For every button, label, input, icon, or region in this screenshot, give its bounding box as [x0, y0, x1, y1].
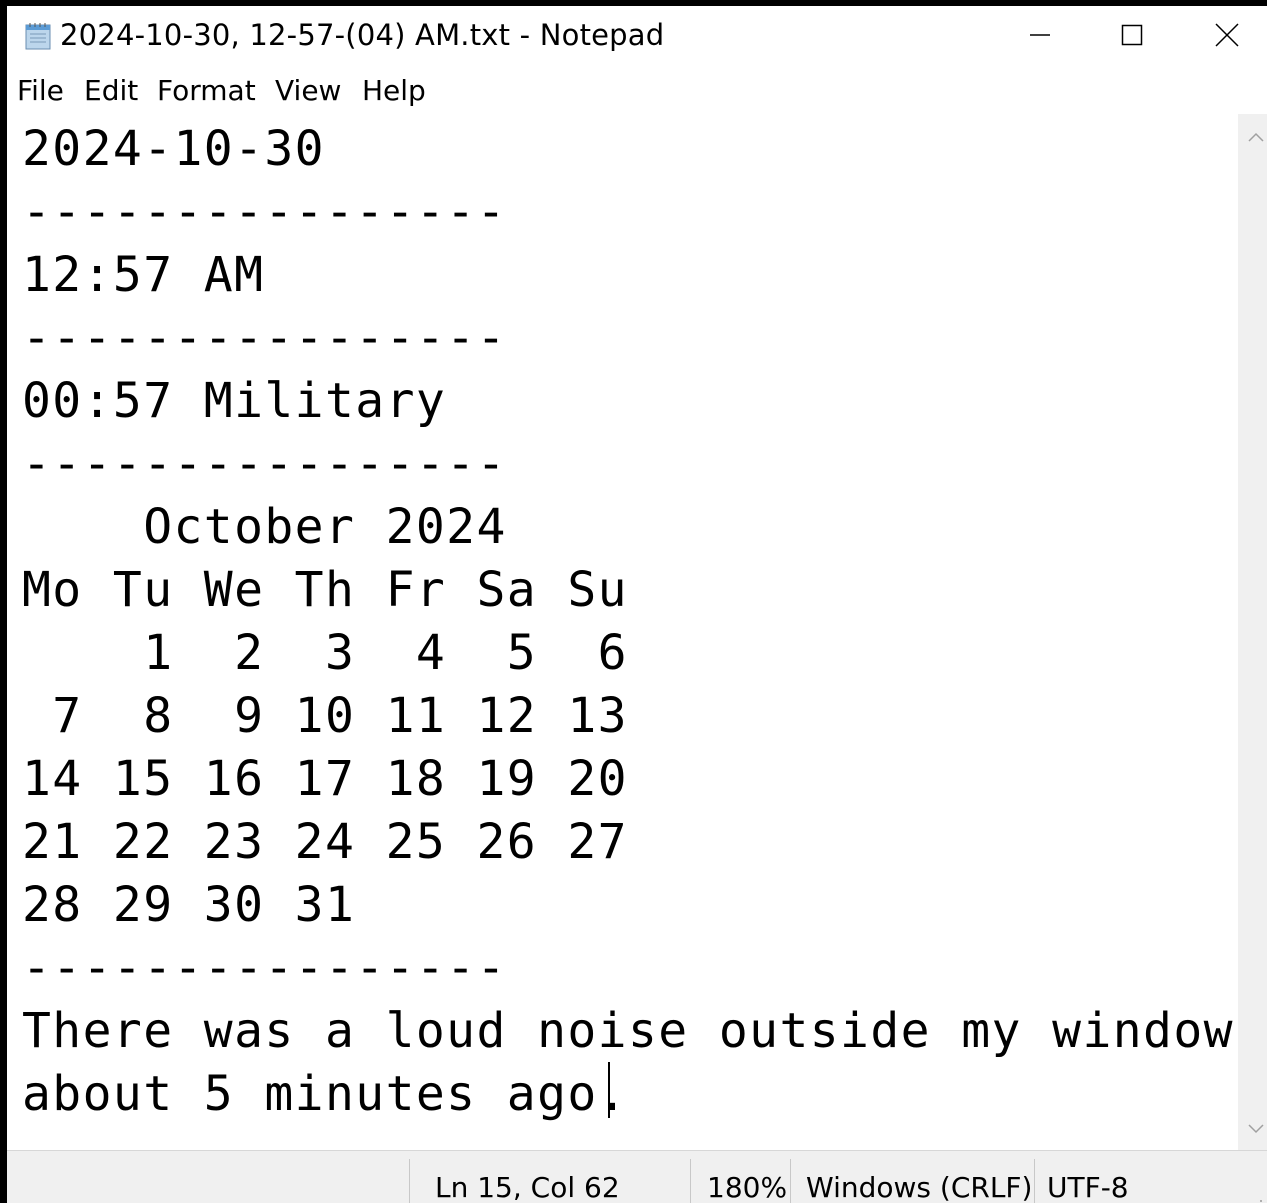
chevron-up-icon — [1248, 129, 1264, 147]
document-text[interactable]: 2024-10-30 ---------------- 12:57 AM ---… — [22, 118, 1234, 1126]
minimize-button[interactable] — [994, 6, 1086, 68]
zoom-level: 180% — [707, 1171, 788, 1203]
chevron-down-icon — [1248, 1121, 1264, 1139]
notepad-icon — [23, 22, 53, 50]
close-button[interactable] — [1179, 6, 1267, 68]
title-bar[interactable]: 2024-10-30, 12-57-(04) AM.txt - Notepad — [7, 6, 1267, 68]
window-title: 2024-10-30, 12-57-(04) AM.txt - Notepad — [60, 18, 665, 52]
text-caret — [608, 1062, 610, 1118]
maximize-button[interactable] — [1086, 6, 1178, 68]
menu-format[interactable]: Format — [157, 74, 256, 107]
close-icon — [1214, 23, 1239, 51]
status-divider — [790, 1159, 791, 1203]
menu-view[interactable]: View — [275, 74, 341, 107]
cursor-position: Ln 15, Col 62 — [435, 1171, 620, 1203]
scroll-down-button[interactable] — [1238, 1110, 1267, 1150]
maximize-icon — [1121, 24, 1143, 50]
menu-edit[interactable]: Edit — [84, 74, 138, 107]
line-ending: Windows (CRLF) — [806, 1171, 1033, 1203]
vertical-scrollbar[interactable] — [1238, 114, 1267, 1150]
status-bar: Ln 15, Col 62 180% Windows (CRLF) UTF-8 — [7, 1150, 1267, 1203]
minimize-icon — [1029, 24, 1051, 50]
notepad-window: 2024-10-30, 12-57-(04) AM.txt - Notepad … — [0, 0, 1267, 1203]
status-divider — [409, 1159, 410, 1203]
resize-grip-icon[interactable] — [1249, 1185, 1263, 1202]
menu-file[interactable]: File — [17, 74, 64, 107]
menu-bar: File Edit Format View Help — [7, 68, 1267, 115]
menu-help[interactable]: Help — [362, 74, 426, 107]
encoding: UTF-8 — [1047, 1171, 1129, 1203]
status-divider — [1034, 1159, 1035, 1203]
text-editor[interactable]: 2024-10-30 ---------------- 12:57 AM ---… — [7, 114, 1238, 1150]
scroll-up-button[interactable] — [1238, 118, 1267, 158]
status-divider — [690, 1159, 691, 1203]
